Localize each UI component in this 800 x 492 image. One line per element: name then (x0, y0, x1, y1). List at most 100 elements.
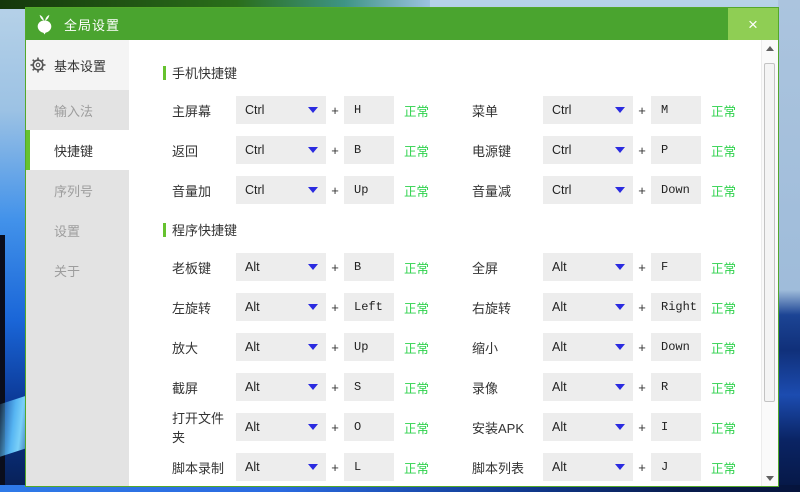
scrollbar-thumb[interactable] (764, 63, 775, 402)
shortcut-cell: 右旋转 Alt + Right 正常 (472, 293, 761, 321)
plus-sign: + (331, 379, 339, 395)
key-input[interactable]: J (651, 453, 701, 481)
key-input[interactable]: Up (344, 333, 394, 361)
scrollbar-down-button[interactable] (762, 470, 778, 486)
key-value: Left (354, 300, 383, 314)
plus-sign: + (638, 339, 646, 355)
sidebar-item-basic-settings[interactable]: 基本设置 (26, 40, 129, 90)
shortcut-label: 右旋转 (472, 300, 512, 316)
close-button[interactable]: × (728, 8, 778, 40)
shortcut-row: 打开文件夹 Alt + O 正常 安装APK Alt + I 正常 (129, 407, 761, 447)
shortcut-label: 放大 (172, 340, 199, 356)
modifier-dropdown[interactable]: Alt (236, 453, 326, 481)
modifier-dropdown[interactable]: Ctrl (543, 176, 633, 204)
sidebar-item-label: 快捷键 (54, 143, 94, 159)
sidebar-item-about[interactable]: 关于 (26, 250, 129, 290)
plus-sign: + (331, 102, 339, 118)
plus-sign: + (638, 419, 646, 435)
key-input[interactable]: R (651, 373, 701, 401)
plus-sign: + (331, 459, 339, 475)
shortcut-cell: 老板键 Alt + B 正常 (172, 253, 472, 281)
key-input[interactable]: Down (651, 176, 701, 204)
shortcut-label: 截屏 (172, 380, 199, 396)
settings-content: 手机快捷键 主屏幕 Ctrl + H 正常 菜单 Ctrl + M 正常 返回 Ctrl + B 正常 电源键… (129, 40, 778, 486)
chevron-down-icon (308, 384, 318, 390)
modifier-dropdown[interactable]: Ctrl (236, 96, 326, 124)
modifier-dropdown[interactable]: Alt (236, 413, 326, 441)
shortcut-label: 老板键 (172, 260, 212, 276)
modifier-dropdown[interactable]: Ctrl (543, 96, 633, 124)
shortcut-row: 截屏 Alt + S 正常 录像 Alt + R 正常 (129, 367, 761, 407)
shortcut-cell: 脚本列表 Alt + J 正常 (472, 453, 761, 481)
modifier-dropdown[interactable]: Alt (543, 253, 633, 281)
chevron-down-icon (615, 187, 625, 193)
window-body: 基本设置 输入法 快捷键 序列号 设置 关于 手机快捷键 主屏幕 Ctrl + H 正常… (26, 40, 778, 486)
shortcut-cell: 电源键 Ctrl + P 正常 (472, 136, 761, 164)
vertical-scrollbar[interactable] (761, 40, 778, 486)
key-input[interactable]: L (344, 453, 394, 481)
key-input[interactable]: Up (344, 176, 394, 204)
status-text: 正常 (711, 381, 737, 396)
key-input[interactable]: B (344, 253, 394, 281)
shortcut-cell: 全屏 Alt + F 正常 (472, 253, 761, 281)
plus-sign: + (638, 299, 646, 315)
sidebar-item-serial-number[interactable]: 序列号 (26, 170, 129, 210)
modifier-dropdown[interactable]: Alt (543, 453, 633, 481)
shortcut-cell: 音量减 Ctrl + Down 正常 (472, 176, 761, 204)
shortcut-label: 音量减 (472, 183, 512, 199)
key-input[interactable]: M (651, 96, 701, 124)
shortcut-cell: 缩小 Alt + Down 正常 (472, 333, 761, 361)
key-value: B (354, 260, 362, 274)
modifier-dropdown[interactable]: Ctrl (236, 176, 326, 204)
scrollbar-up-button[interactable] (762, 40, 778, 56)
status-text: 正常 (404, 341, 430, 356)
shortcut-cell: 放大 Alt + Up 正常 (172, 333, 472, 361)
status-text: 正常 (711, 184, 737, 199)
modifier-dropdown[interactable]: Alt (543, 413, 633, 441)
key-input[interactable]: B (344, 136, 394, 164)
modifier-dropdown[interactable]: Alt (236, 333, 326, 361)
modifier-dropdown[interactable]: Alt (236, 373, 326, 401)
sidebar-item-settings[interactable]: 设置 (26, 210, 129, 250)
modifier-dropdown[interactable]: Alt (543, 373, 633, 401)
shortcut-row: 脚本录制 Alt + L 正常 脚本列表 Alt + J 正常 (129, 447, 761, 486)
key-input[interactable]: Down (651, 333, 701, 361)
modifier-value: Alt (552, 260, 567, 274)
modifier-value: Alt (552, 460, 567, 474)
key-input[interactable]: Right (651, 293, 701, 321)
status-text: 正常 (404, 184, 430, 199)
modifier-dropdown[interactable]: Alt (236, 293, 326, 321)
key-value: S (354, 380, 362, 394)
key-input[interactable]: I (651, 413, 701, 441)
shortcut-row: 左旋转 Alt + Left 正常 右旋转 Alt + Right 正常 (129, 287, 761, 327)
modifier-dropdown[interactable]: Alt (236, 253, 326, 281)
chevron-down-icon (308, 424, 318, 430)
key-input[interactable]: S (344, 373, 394, 401)
key-value: Up (354, 340, 369, 354)
modifier-dropdown[interactable]: Ctrl (236, 136, 326, 164)
sidebar-item-input-method[interactable]: 输入法 (26, 90, 129, 130)
modifier-dropdown[interactable]: Alt (543, 333, 633, 361)
modifier-dropdown[interactable]: Ctrl (543, 136, 633, 164)
titlebar[interactable]: 全局设置 × (26, 8, 778, 40)
shortcut-cell: 音量加 Ctrl + Up 正常 (172, 176, 472, 204)
sidebar-item-shortcuts[interactable]: 快捷键 (26, 130, 129, 170)
section-accent-bar (163, 222, 166, 237)
status-text: 正常 (404, 261, 430, 276)
key-input[interactable]: Left (344, 293, 394, 321)
key-input[interactable]: H (344, 96, 394, 124)
chevron-down-icon (308, 464, 318, 470)
plus-sign: + (331, 339, 339, 355)
chevron-down-icon (615, 264, 625, 270)
modifier-dropdown[interactable]: Alt (543, 293, 633, 321)
shortcut-row: 音量加 Ctrl + Up 正常 音量减 Ctrl + Down 正常 (129, 170, 761, 210)
key-input[interactable]: O (344, 413, 394, 441)
key-input[interactable]: P (651, 136, 701, 164)
modifier-value: Alt (245, 340, 260, 354)
shortcut-label: 脚本录制 (172, 460, 225, 476)
section-title: 程序快捷键 (163, 220, 761, 239)
key-input[interactable]: F (651, 253, 701, 281)
shortcut-row: 老板键 Alt + B 正常 全屏 Alt + F 正常 (129, 247, 761, 287)
modifier-value: Alt (552, 300, 567, 314)
plus-sign: + (638, 102, 646, 118)
